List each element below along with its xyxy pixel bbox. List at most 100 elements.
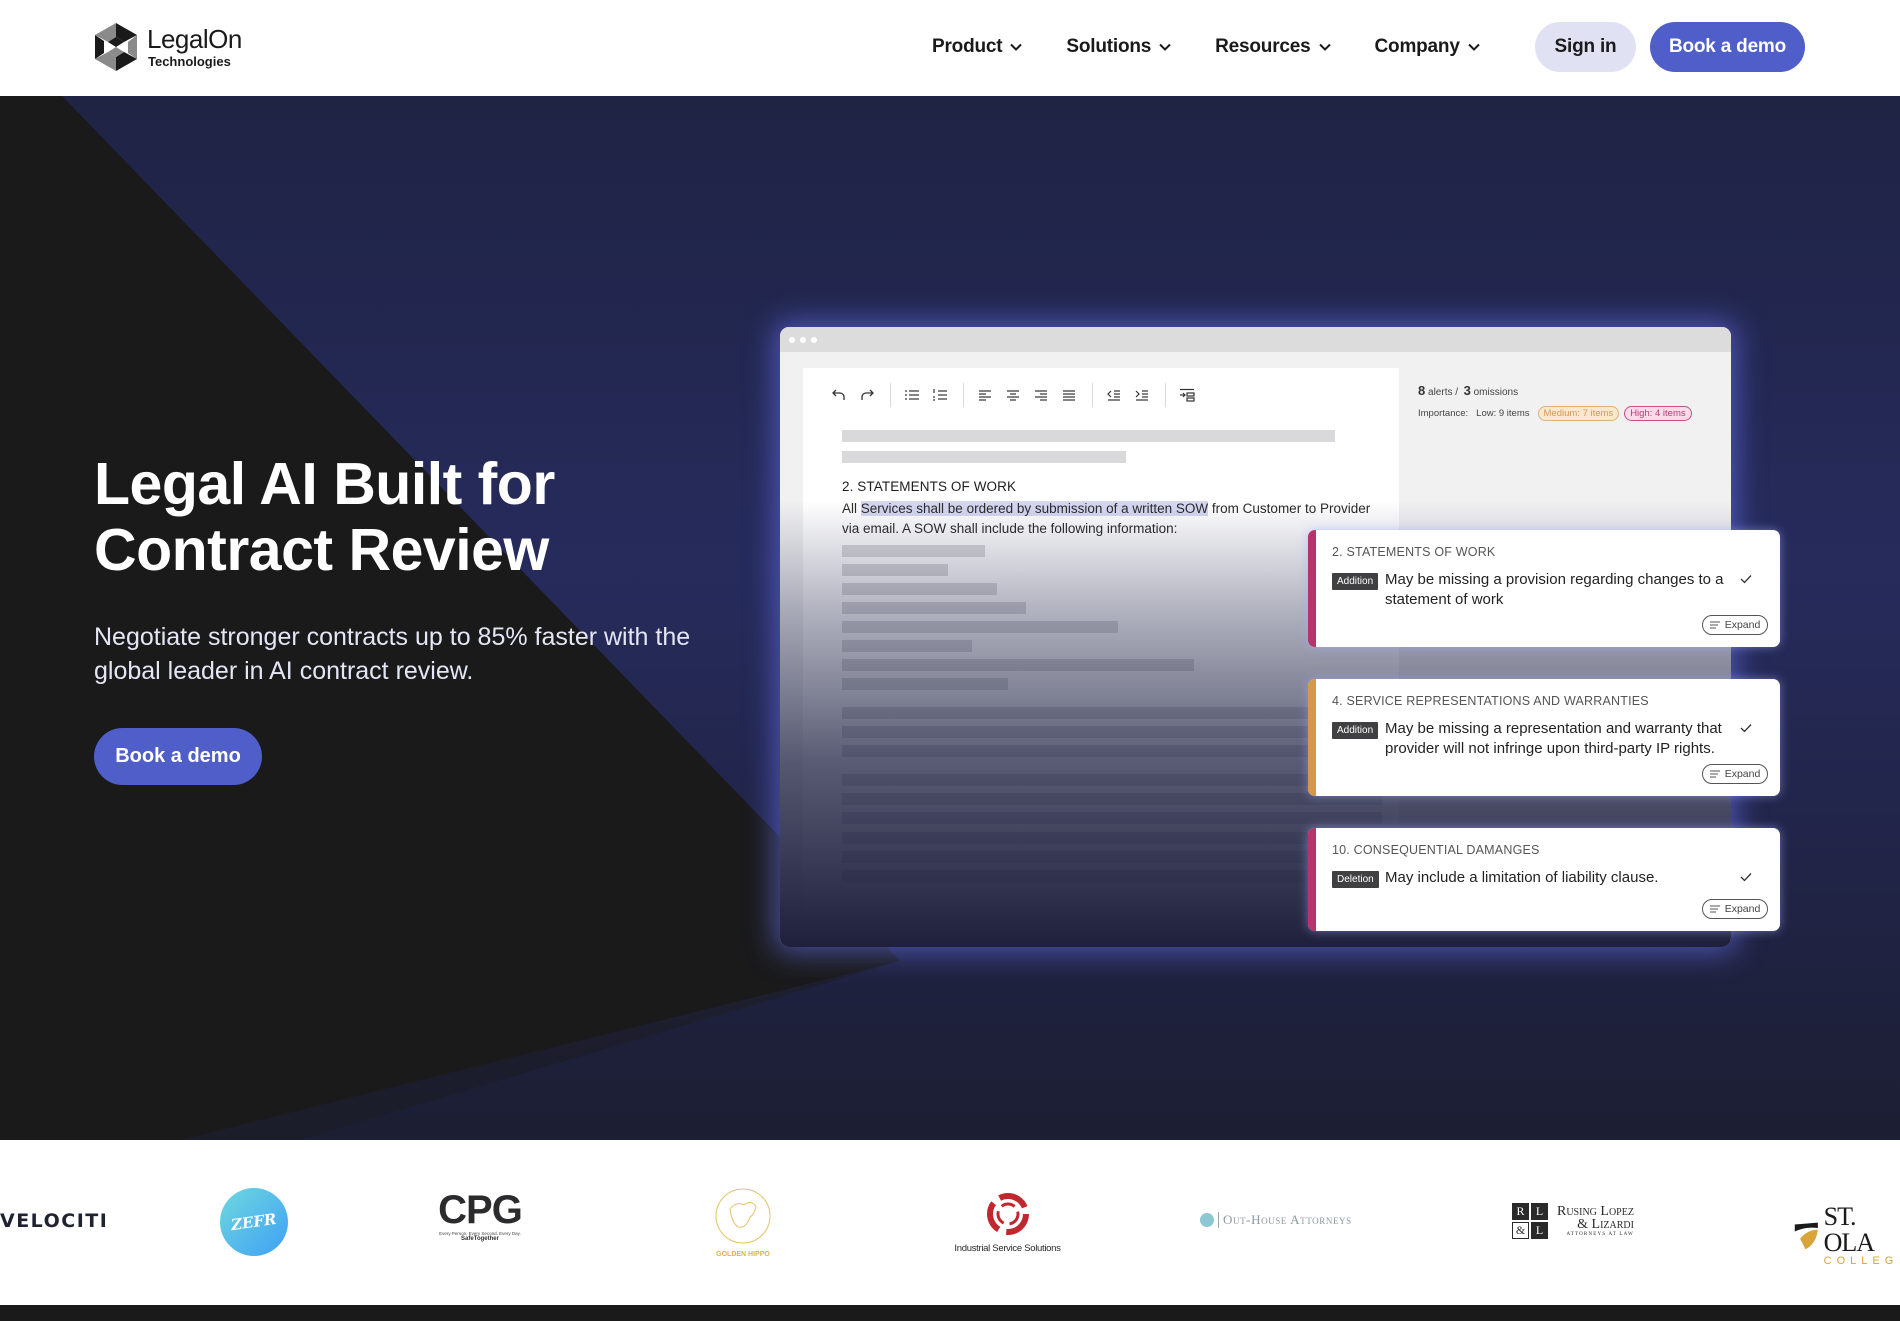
rll-wordmark: Rusing Lopez & Lizardi ATTORNEYS AT LAW: [1557, 1204, 1634, 1238]
expand-label: Expand: [1724, 903, 1761, 915]
logo-cpg-tagline2: SafeTogether: [461, 1236, 499, 1242]
expand-button[interactable]: Expand: [1702, 899, 1768, 919]
rll-line2: & Lizardi: [1577, 1216, 1634, 1232]
alert-card[interactable]: 10. CONSEQUENTIAL DAMANGES Deletion May …: [1308, 828, 1780, 931]
brand-subtitle: Technologies: [148, 54, 231, 69]
text-placeholder: [842, 621, 1118, 633]
text-placeholder: [842, 707, 1382, 719]
alert-type-tag: Addition: [1332, 722, 1379, 739]
site-header: LegalOn Technologies Product Solutions R…: [0, 0, 1900, 96]
omissions-label: omissions: [1473, 387, 1519, 398]
severity-bar: [1308, 530, 1316, 647]
footer-band: [0, 1305, 1900, 1321]
hippo-icon: [715, 1188, 771, 1244]
redo-icon[interactable]: [855, 383, 879, 407]
text-placeholder: [842, 851, 1382, 863]
text-placeholder: [842, 832, 1382, 844]
document-paragraph: All Services shall be ordered by submiss…: [842, 499, 1382, 539]
menu-lines-icon: [1709, 621, 1720, 629]
check-icon[interactable]: [1740, 723, 1752, 733]
importance-summary: Importance: Low: 9 items Medium: 7 items…: [1418, 406, 1697, 421]
logo-cpg: CPG Every Person. Every Second. Every Da…: [430, 1190, 530, 1242]
legalon-logo-icon: [95, 23, 137, 71]
para-text: All: [842, 501, 861, 516]
expand-button[interactable]: Expand: [1702, 615, 1768, 635]
nav-company[interactable]: Company: [1375, 36, 1480, 58]
alert-section: 4. SERVICE REPRESENTATIONS AND WARRANTIE…: [1332, 694, 1649, 708]
importance-high-pill[interactable]: High: 4 items: [1624, 406, 1692, 421]
nav-resources-label: Resources: [1215, 36, 1311, 57]
st-olaf-line1: ST. OLA: [1823, 1202, 1875, 1257]
alert-card[interactable]: 2. STATEMENTS OF WORK Addition May be mi…: [1308, 530, 1780, 647]
severity-bar: [1308, 679, 1316, 796]
nav-solutions[interactable]: Solutions: [1066, 36, 1171, 58]
expand-label: Expand: [1724, 768, 1761, 780]
check-icon[interactable]: [1740, 872, 1752, 882]
shield-icon: [1794, 1222, 1818, 1249]
menu-lines-icon: [1709, 770, 1720, 778]
align-left-icon[interactable]: [973, 383, 997, 407]
align-right-icon[interactable]: [1029, 383, 1053, 407]
sign-in-button[interactable]: Sign in: [1535, 22, 1636, 72]
indent-icon[interactable]: [1130, 383, 1154, 407]
alert-section: 10. CONSEQUENTIAL DAMANGES: [1332, 843, 1540, 857]
logo-out-house-attorneys: Out-House Attorneys: [1200, 1212, 1352, 1228]
hero-subtitle: Negotiate stronger contracts up to 85% f…: [94, 623, 691, 685]
window-dot: [811, 337, 817, 343]
brand-name: LegalOn: [147, 24, 242, 54]
brand-logo[interactable]: LegalOn Technologies: [94, 22, 242, 72]
insert-section-icon[interactable]: [1175, 383, 1199, 407]
logo-out-house-text: Out-House Attorneys: [1223, 1212, 1352, 1227]
importance-low[interactable]: Low: 9 items: [1476, 408, 1529, 419]
book-demo-hero-button[interactable]: Book a demo: [94, 728, 262, 785]
toolbar-divider: [963, 383, 964, 407]
logo-velociti: VELOCITI: [0, 1210, 109, 1232]
alert-type-tag: Deletion: [1332, 871, 1379, 888]
review-stats: 8 alerts / 3 omissions Importance: Low: …: [1418, 383, 1697, 421]
menu-lines-icon: [1709, 905, 1720, 913]
logo-rusing-lopez-lizardi: R L & L Rusing Lopez & Lizardi ATTORNEYS…: [1512, 1203, 1634, 1239]
rll-monogram: R L & L: [1512, 1203, 1548, 1239]
outdent-icon[interactable]: [1102, 383, 1126, 407]
text-placeholder: [842, 678, 1008, 690]
toolbar-divider: [1165, 383, 1166, 407]
st-olaf-line2: COLLEG: [1823, 1255, 1899, 1267]
nav-company-label: Company: [1374, 36, 1460, 57]
nav-product[interactable]: Product: [932, 36, 1023, 58]
text-placeholder: [842, 451, 1126, 463]
text-placeholder: [842, 793, 1382, 805]
align-center-icon[interactable]: [1001, 383, 1025, 407]
text-placeholder: [842, 659, 1194, 671]
check-icon[interactable]: [1740, 574, 1752, 584]
text-placeholder: [842, 583, 997, 595]
logo-golden-hippo: GOLDEN HIPPO: [710, 1187, 776, 1258]
text-placeholder: [842, 870, 1382, 882]
toolbar-divider: [1092, 383, 1093, 407]
logo-iss-text: Industrial Service Solutions: [954, 1243, 1061, 1254]
nav-solutions-label: Solutions: [1066, 36, 1152, 57]
importance-medium-pill[interactable]: Medium: 7 items: [1537, 406, 1620, 421]
highlighted-clause[interactable]: Services shall be ordered by submission …: [860, 501, 1209, 516]
align-justify-icon[interactable]: [1057, 383, 1081, 407]
severity-bar: [1308, 828, 1316, 931]
logo-st-olaf-college: ST. OLA COLLEG: [1793, 1204, 1900, 1267]
nav-product-label: Product: [932, 36, 1003, 57]
nav-resources[interactable]: Resources: [1215, 36, 1331, 58]
text-placeholder: [842, 774, 1382, 786]
logo-zefr: ZEFR: [220, 1188, 288, 1256]
book-demo-header-button[interactable]: Book a demo: [1650, 22, 1805, 72]
alerts-label: alerts /: [1428, 387, 1459, 398]
logo-industrial-service-solutions: Industrial Service Solutions: [950, 1190, 1065, 1254]
chevron-down-icon: [1159, 43, 1171, 51]
expand-button[interactable]: Expand: [1702, 764, 1768, 784]
bullet-list-icon[interactable]: [900, 383, 924, 407]
alert-section: 2. STATEMENTS OF WORK: [1332, 545, 1496, 559]
undo-icon[interactable]: [827, 383, 851, 407]
alert-text: May include a limitation of liability cl…: [1385, 869, 1659, 886]
alert-card[interactable]: 4. SERVICE REPRESENTATIONS AND WARRANTIE…: [1308, 679, 1780, 796]
monogram-letter: L: [1531, 1203, 1548, 1220]
window-titlebar: [780, 327, 1731, 352]
rll-line3: ATTORNEYS AT LAW: [1566, 1231, 1634, 1237]
numbered-list-icon[interactable]: [928, 383, 952, 407]
swirl-icon: [986, 1193, 1029, 1235]
